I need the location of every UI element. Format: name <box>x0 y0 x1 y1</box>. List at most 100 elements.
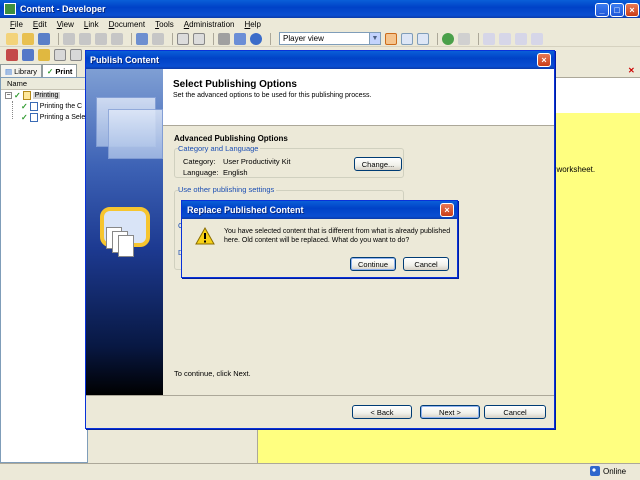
tree-connector <box>12 101 13 119</box>
copy-icon[interactable] <box>79 32 91 45</box>
banner-graphic <box>108 109 163 159</box>
library-icon: ▤ <box>5 66 13 76</box>
maximize-button[interactable]: □ <box>610 3 624 17</box>
menu-tools[interactable]: Tools <box>155 20 174 29</box>
help-icon[interactable] <box>250 32 262 45</box>
dialog-cancel-button[interactable]: Cancel <box>403 257 449 271</box>
toolbar-separator <box>172 32 173 45</box>
view-mode-select[interactable]: Player view ▼ <box>279 32 381 45</box>
spell-check-icon[interactable] <box>234 32 246 45</box>
menu-link[interactable]: Link <box>84 20 99 29</box>
undo-icon[interactable] <box>136 32 148 45</box>
toolbar-separator <box>270 32 271 45</box>
preview-icon[interactable] <box>531 32 543 45</box>
dialog-title: Replace Published Content <box>187 205 304 215</box>
document-text: t worksheet. <box>552 165 596 174</box>
replace-content-dialog: Replace Published Content × You have sel… <box>181 200 458 278</box>
module-icon <box>22 91 31 100</box>
wizard-cancel-button[interactable]: Cancel <box>484 405 546 419</box>
open-icon[interactable] <box>22 32 34 45</box>
web-icon[interactable] <box>22 49 34 61</box>
tree-item-printing-a-selection[interactable]: ✓ Printing a Sele <box>21 113 85 122</box>
dialog-message: You have selected content that is differ… <box>224 228 451 244</box>
collapse-icon[interactable] <box>193 32 205 45</box>
continue-hint: To continue, click Next. <box>174 369 251 378</box>
status-bar <box>0 463 640 480</box>
minimize-button[interactable]: _ <box>595 3 609 17</box>
name-column-header[interactable]: Name <box>1 78 87 90</box>
checkmark-icon: ✓ <box>14 91 21 100</box>
refresh-icon[interactable] <box>442 32 454 45</box>
collapse-toggle-icon[interactable]: − <box>5 92 12 99</box>
wizard-close-button[interactable]: × <box>537 53 551 67</box>
redo-icon[interactable] <box>152 32 164 45</box>
properties-icon[interactable] <box>458 32 470 45</box>
online-label: Online <box>603 466 627 476</box>
menu-view[interactable]: View <box>57 20 74 29</box>
publish-icon[interactable] <box>515 32 527 45</box>
library-tabs: ▤ Library ✓ Print <box>0 63 88 77</box>
checkmark-icon: ✓ <box>47 66 54 76</box>
tab-library[interactable]: ▤ Library <box>0 64 43 77</box>
toolbar-separator <box>58 32 59 45</box>
tree-item-printing[interactable]: − ✓ Printing <box>5 91 61 100</box>
app-icon <box>4 3 16 15</box>
new-icon[interactable] <box>6 32 18 45</box>
tree-item-label: Printing a Sele <box>39 114 86 121</box>
topic-icon <box>29 102 38 111</box>
continue-button[interactable]: Continue <box>350 257 396 271</box>
wizard-title: Publish Content <box>90 55 159 65</box>
menu-file[interactable]: File <box>10 20 23 29</box>
advanced-options-label: Advanced Publishing Options <box>174 134 288 143</box>
dialog-title-bar[interactable]: Replace Published Content × <box>182 201 457 219</box>
back-button[interactable]: < Back <box>352 405 412 419</box>
menu-edit[interactable]: Edit <box>33 20 47 29</box>
tab-print-label: Print <box>55 66 73 76</box>
check-out-icon[interactable] <box>499 32 511 45</box>
close-icon[interactable]: ✕ <box>628 66 638 76</box>
wizard-side-banner <box>86 69 163 395</box>
checkmark-icon: ✓ <box>21 113 28 122</box>
menu-bar: File Edit View Link Document Tools Admin… <box>0 18 640 31</box>
tree-item-printing-the[interactable]: ✓ Printing the C <box>21 102 82 111</box>
package-icon[interactable] <box>38 49 50 61</box>
chevron-down-icon[interactable]: ▼ <box>369 33 380 44</box>
find-icon[interactable] <box>218 32 230 45</box>
editor-header-panel <box>555 77 640 113</box>
menu-document[interactable]: Document <box>109 20 145 29</box>
category-language-group-title: Category and Language <box>178 144 261 153</box>
menu-administration[interactable]: Administration <box>184 20 235 29</box>
layout-columns-icon[interactable] <box>417 32 429 45</box>
next-button[interactable]: Next > <box>420 405 480 419</box>
wizard-heading: Select Publishing Options <box>173 79 297 90</box>
cut-icon[interactable] <box>63 32 75 45</box>
document-icon[interactable] <box>54 49 66 61</box>
publish-book-graphic <box>100 197 156 257</box>
dialog-close-button[interactable]: × <box>440 203 454 217</box>
tab-library-label: Library <box>14 66 38 76</box>
layout-outline-icon[interactable] <box>385 32 397 45</box>
outline-icon[interactable] <box>70 49 82 61</box>
publish-book-icon[interactable] <box>6 49 18 61</box>
delete-icon[interactable] <box>111 32 123 45</box>
wizard-separator <box>86 395 554 396</box>
check-in-icon[interactable] <box>483 32 495 45</box>
tab-print[interactable]: ✓ Print <box>42 64 78 77</box>
main-title-bar[interactable]: Content - Developer _ □ × <box>0 0 640 18</box>
category-label: Category: <box>183 157 216 166</box>
layout-split-icon[interactable] <box>401 32 413 45</box>
wizard-title-bar[interactable]: Publish Content × <box>86 51 554 69</box>
toolbar-separator <box>213 32 214 45</box>
online-status: Online <box>590 466 626 476</box>
close-button[interactable]: × <box>625 3 639 17</box>
save-icon[interactable] <box>38 32 50 45</box>
outline-tree-pane: Name − ✓ Printing ✓ Printing the C ✓ Pri… <box>0 77 88 463</box>
paste-icon[interactable] <box>95 32 107 45</box>
change-button[interactable]: Change... <box>354 157 402 171</box>
language-value: English <box>223 168 248 177</box>
other-settings-group-title: Use other publishing settings <box>178 185 277 194</box>
expand-icon[interactable] <box>177 32 189 45</box>
toolbar-separator <box>437 32 438 45</box>
menu-help[interactable]: Help <box>244 20 260 29</box>
topic-icon <box>29 113 38 122</box>
